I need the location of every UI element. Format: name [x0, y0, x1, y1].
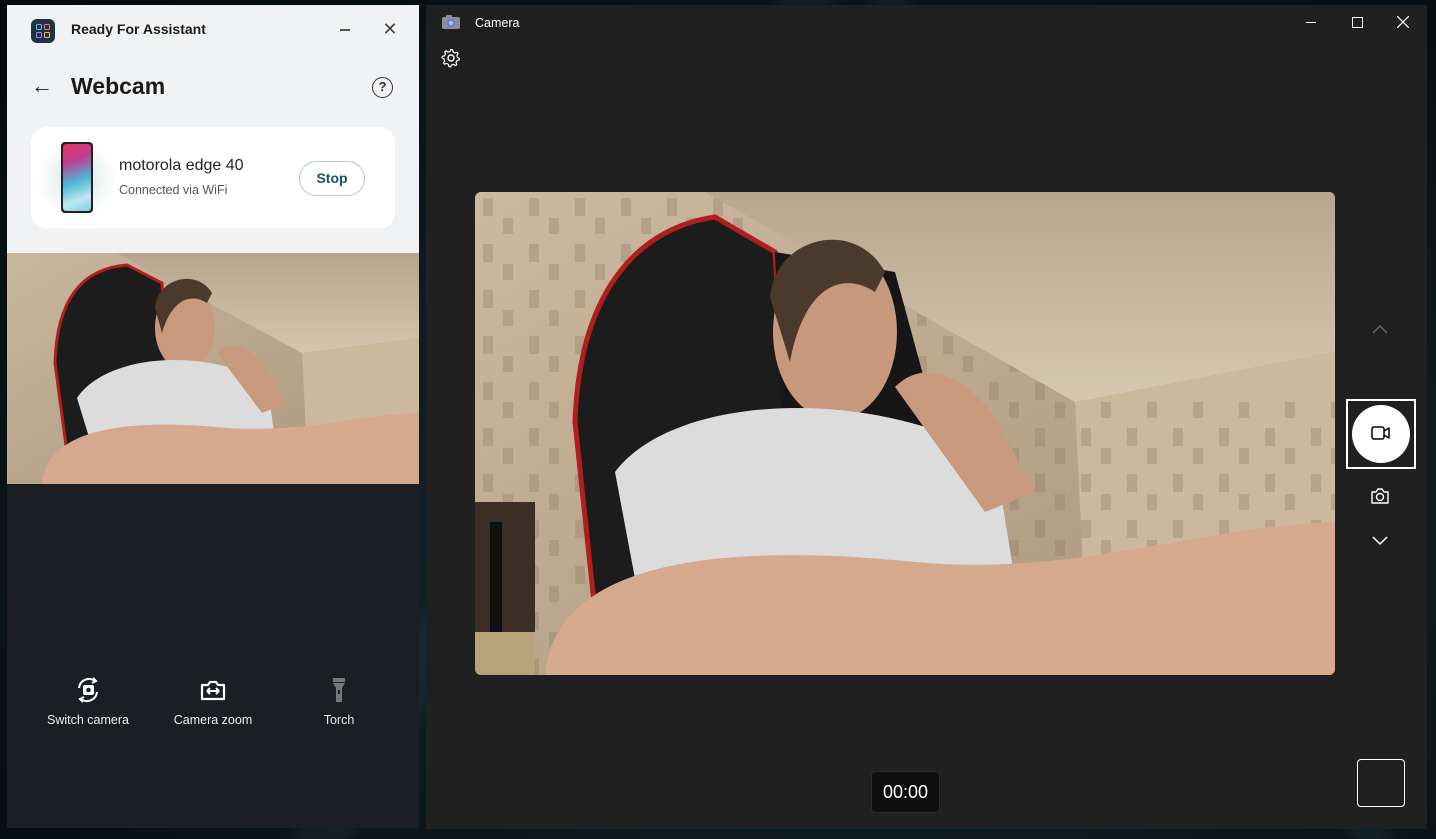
minimize-button[interactable] — [1288, 5, 1334, 39]
camera-viewfinder[interactable] — [475, 192, 1335, 675]
camera-zoom-label: Camera zoom — [173, 713, 253, 727]
minimize-button[interactable] — [335, 19, 355, 39]
page-title: Webcam — [71, 73, 166, 99]
camera-controls: Switch camera Camera zoom Torch — [7, 665, 419, 735]
title-bar: Ready For Assistant ✕ — [7, 5, 419, 53]
device-name: motorola edge 40 — [119, 157, 244, 174]
torch-label: Torch — [323, 713, 355, 727]
back-button[interactable]: ← — [31, 75, 55, 99]
device-card: motorola edge 40 Connected via WiFi Stop — [31, 127, 395, 229]
window-title: Camera — [475, 16, 520, 30]
stop-button[interactable]: Stop — [299, 161, 365, 196]
record-button-focus-frame — [1346, 399, 1416, 469]
chevron-down-icon[interactable] — [1368, 531, 1392, 551]
camera-app-window: Camera 00:00 — [426, 5, 1427, 829]
close-button[interactable]: ✕ — [380, 19, 400, 39]
switch-camera-icon — [78, 677, 98, 703]
camera-app-icon — [442, 15, 460, 29]
arrow-left-icon: ← — [31, 73, 53, 98]
webcam-preview — [7, 253, 419, 484]
photo-mode-camera-icon[interactable] — [1370, 486, 1390, 506]
close-icon — [1397, 16, 1409, 28]
close-button[interactable] — [1380, 5, 1426, 39]
torch-icon — [333, 678, 345, 702]
torch-button[interactable]: Torch — [279, 665, 399, 727]
switch-camera-label: Switch camera — [47, 713, 129, 727]
record-video-button[interactable] — [1352, 405, 1410, 463]
connection-status: Connected via WiFi — [119, 183, 228, 197]
help-button[interactable]: ? — [372, 77, 393, 98]
maximize-button[interactable] — [1334, 5, 1380, 39]
chevron-up-icon[interactable] — [1368, 319, 1392, 339]
settings-gear-icon[interactable] — [441, 48, 461, 68]
camera-zoom-icon — [200, 680, 226, 701]
switch-camera-button[interactable]: Switch camera — [28, 665, 148, 727]
window-title: Ready For Assistant — [71, 21, 206, 37]
camera-zoom-button[interactable]: Camera zoom — [153, 665, 273, 727]
header-area: Ready For Assistant ✕ ← Webcam ? motorol… — [7, 5, 419, 253]
phone-image — [61, 142, 93, 213]
recording-timer: 00:00 — [871, 771, 940, 813]
gallery-thumbnail-button[interactable] — [1357, 759, 1405, 807]
close-icon: ✕ — [382, 19, 398, 39]
question-mark-icon: ? — [378, 79, 387, 94]
ready-for-assistant-window: Ready For Assistant ✕ ← Webcam ? motorol… — [7, 5, 419, 828]
video-camera-icon — [1371, 426, 1390, 440]
app-logo-icon — [31, 19, 55, 43]
